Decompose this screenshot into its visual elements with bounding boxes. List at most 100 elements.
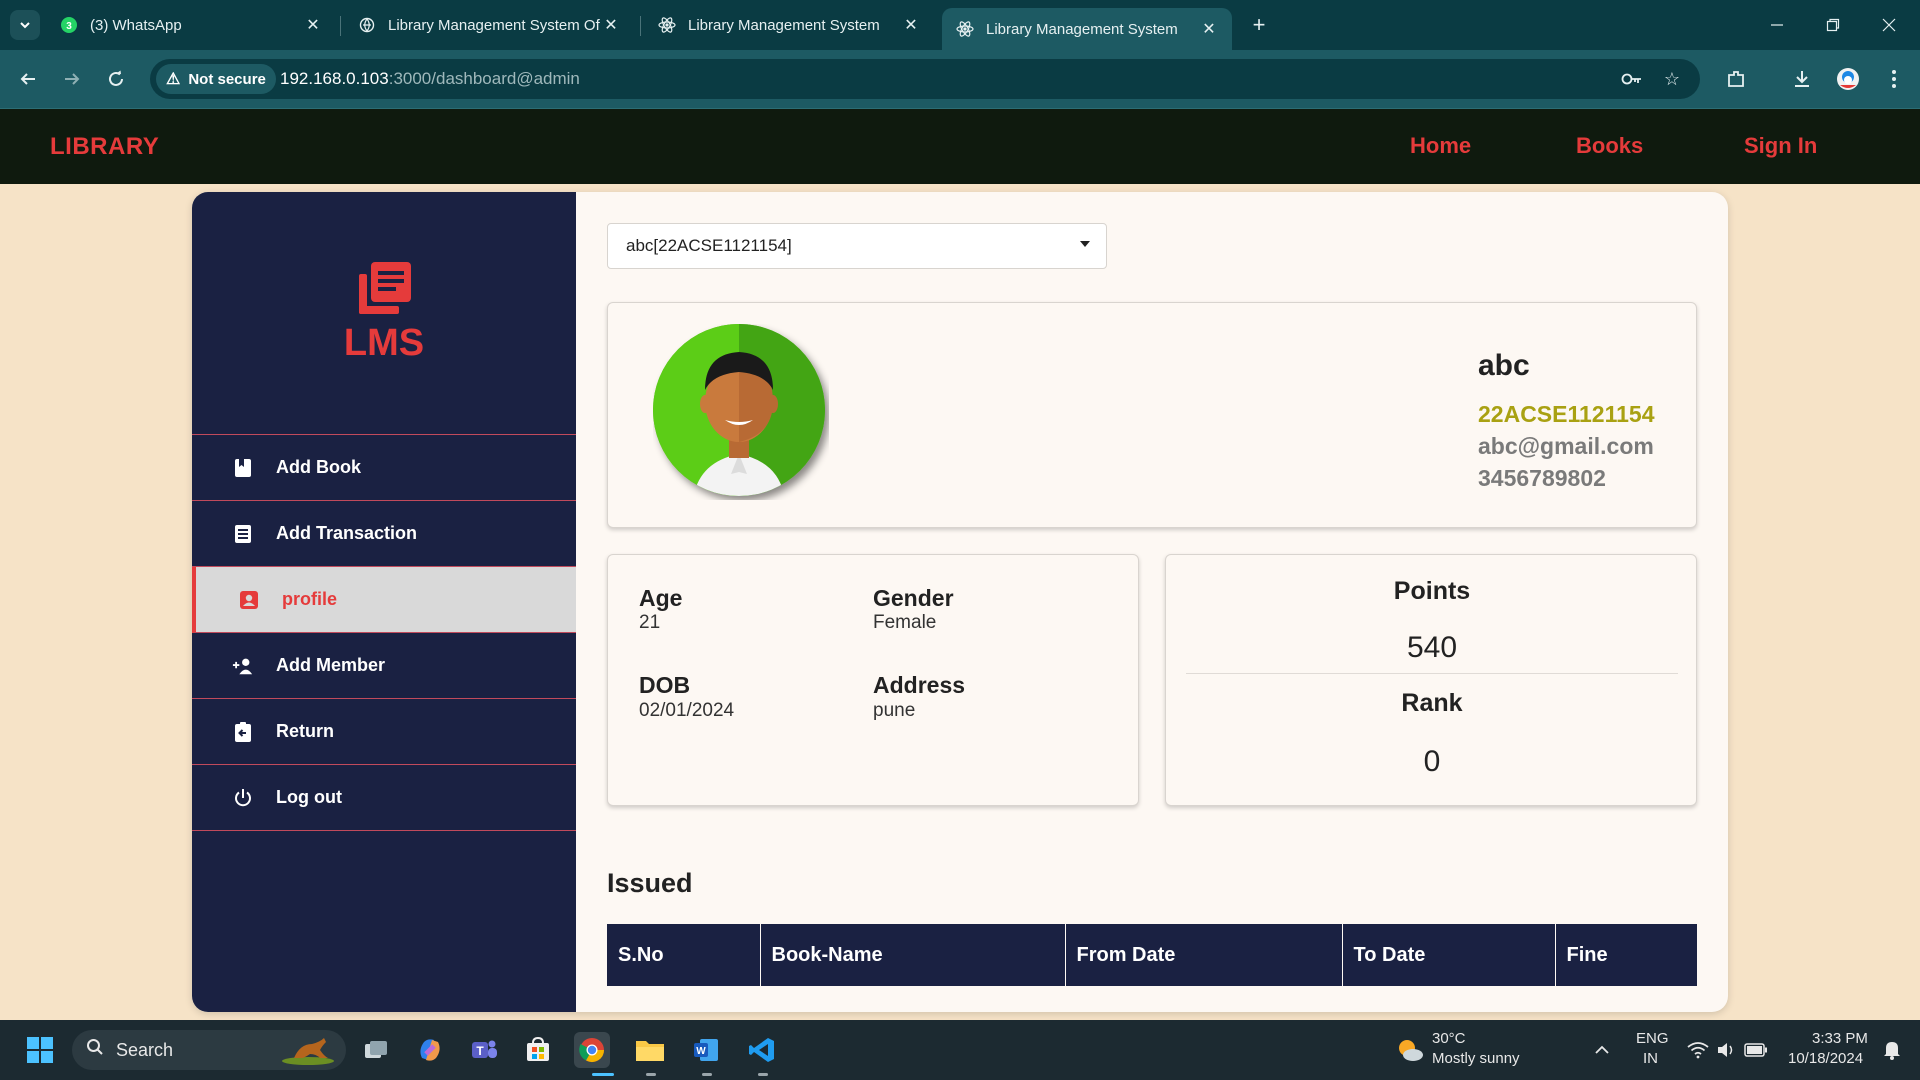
rank-label: Rank [1401,689,1463,717]
rank-value: 0 [1423,745,1441,778]
close-icon[interactable]: ✕ [902,15,920,35]
profile-email: abc@gmail.com [1478,433,1654,459]
sidebar-item-label: profile [282,589,338,609]
column-header-book-name: Book-Name [760,924,1066,986]
sidebar-item-add-book[interactable]: Add Book [192,435,576,501]
dashboard-card: LMS Add Book Add Transaction profile Add… [192,192,1728,1012]
sidebar-item-label: Log out [276,787,342,807]
close-icon[interactable]: ✕ [1200,19,1218,39]
language-bottom[interactable]: IN [1643,1050,1658,1067]
user-avatar [653,324,825,496]
sidebar-item-profile[interactable]: profile [192,567,576,633]
book-icon [232,457,254,479]
sidebar-menu: Add Book Add Transaction profile Add Mem… [192,434,576,831]
teams-icon[interactable]: T [466,1032,502,1068]
tab-title: Library Management System [986,20,1178,38]
tab-library-1[interactable]: Library Management System Of ✕ [344,8,634,42]
personal-details-panel: Age 21 Gender Female DOB 02/01/2024 Addr… [607,554,1139,806]
word-icon[interactable]: W [688,1032,724,1068]
minimize-icon[interactable] [1764,12,1790,38]
sidebar-item-add-member[interactable]: Add Member [192,633,576,699]
language-top[interactable]: ENG [1636,1030,1669,1047]
close-icon[interactable]: ✕ [304,15,322,35]
clock-date[interactable]: 10/18/2024 [1788,1050,1863,1067]
points-value: 540 [1406,631,1458,664]
security-label: Not secure [188,70,266,88]
stats-divider [1186,673,1678,674]
task-view-icon[interactable] [358,1032,394,1068]
nav-books[interactable]: Books [1576,133,1643,159]
close-window-icon[interactable] [1876,12,1902,38]
sidebar: LMS Add Book Add Transaction profile Add… [192,192,576,1012]
column-header-fine: Fine [1555,924,1697,986]
svg-text:3: 3 [66,21,72,32]
windows-start-icon[interactable] [22,1032,58,1068]
profile-avatar-icon[interactable] [1834,65,1862,93]
points-rank-panel: Points 540 Rank 0 [1165,554,1697,806]
browser-tab-bar: 3 (3) WhatsApp ✕ Library Management Syst… [0,0,1920,50]
clock-time[interactable]: 3:33 PM [1812,1030,1868,1047]
svg-text:W: W [696,1046,706,1057]
points-label: Points [1393,577,1471,605]
restore-icon[interactable] [1820,12,1846,38]
nav-home[interactable]: Home [1410,133,1471,159]
sidebar-item-add-transaction[interactable]: Add Transaction [192,501,576,567]
profile-icon [238,589,260,611]
sidebar-item-return[interactable]: Return [192,699,576,765]
file-explorer-icon[interactable] [632,1032,668,1068]
power-icon [232,787,254,809]
member-select-value: abc[22ACSE1121154] [626,236,792,255]
tab-search-button[interactable] [10,10,40,40]
column-header-from-date: From Date [1065,924,1343,986]
menu-dots-icon[interactable] [1880,65,1908,93]
copilot-icon[interactable] [412,1032,448,1068]
profile-name: abc [1478,349,1530,382]
app-header: LIBRARY Home Books Sign In [0,108,1920,184]
lms-logo-text: LMS [343,322,425,364]
table-header-row: S.No Book-Name From Date To Date Fine [607,924,1697,986]
address-label: Address [873,672,966,698]
taskbar-search[interactable]: Search [72,1030,346,1070]
back-arrow-icon[interactable] [14,65,42,93]
weather-temp: 30°C [1432,1030,1466,1047]
microsoft-store-icon[interactable] [520,1032,556,1068]
forward-arrow-icon[interactable] [58,65,86,93]
key-icon[interactable] [1620,67,1644,91]
sidebar-item-log-out[interactable]: Log out [192,765,576,831]
issued-section-title: Issued [607,868,693,898]
member-select-dropdown[interactable]: abc[22ACSE1121154] [607,223,1107,269]
return-icon [232,721,254,743]
weather-sun-icon[interactable] [1392,1032,1428,1068]
profile-id: 22ACSE1121154 [1478,401,1655,427]
age-value: 21 [639,612,661,633]
brand-logo[interactable]: LIBRARY [50,133,159,161]
react-icon [956,20,974,38]
new-tab-plus-icon[interactable]: + [1246,12,1272,38]
chevron-up-icon[interactable] [1584,1032,1620,1068]
tab-whatsapp[interactable]: 3 (3) WhatsApp ✕ [46,8,336,42]
tab-library-active[interactable]: Library Management System ✕ [942,8,1232,50]
star-bookmark-icon[interactable]: ☆ [1660,67,1684,91]
weather-desc: Mostly sunny [1432,1050,1520,1067]
tab-library-2[interactable]: Library Management System ✕ [644,8,934,42]
notification-bell-icon[interactable] [1874,1032,1910,1068]
vscode-icon[interactable] [744,1032,780,1068]
download-icon[interactable] [1788,65,1816,93]
sidebar-item-label: Add Book [276,457,361,477]
list-icon [232,523,254,545]
extensions-icon[interactable] [1722,65,1750,93]
column-header-to-date: To Date [1342,924,1556,986]
address-value: pune [873,700,916,721]
gender-value: Female [873,612,937,633]
battery-icon[interactable] [1738,1032,1774,1068]
tab-divider [340,16,341,36]
close-icon[interactable]: ✕ [602,15,620,35]
reload-icon[interactable] [102,65,130,93]
web-icon [358,16,376,34]
security-chip[interactable]: ⚠ Not secure [156,64,276,94]
address-bar[interactable]: ⚠ Not secure 192.168.0.103:3000/dashboar… [150,59,1700,99]
nav-sign-in[interactable]: Sign In [1744,133,1817,159]
search-highlight-kangaroo-icon [282,1038,334,1065]
age-label: Age [639,585,683,611]
chrome-icon[interactable] [574,1032,610,1068]
